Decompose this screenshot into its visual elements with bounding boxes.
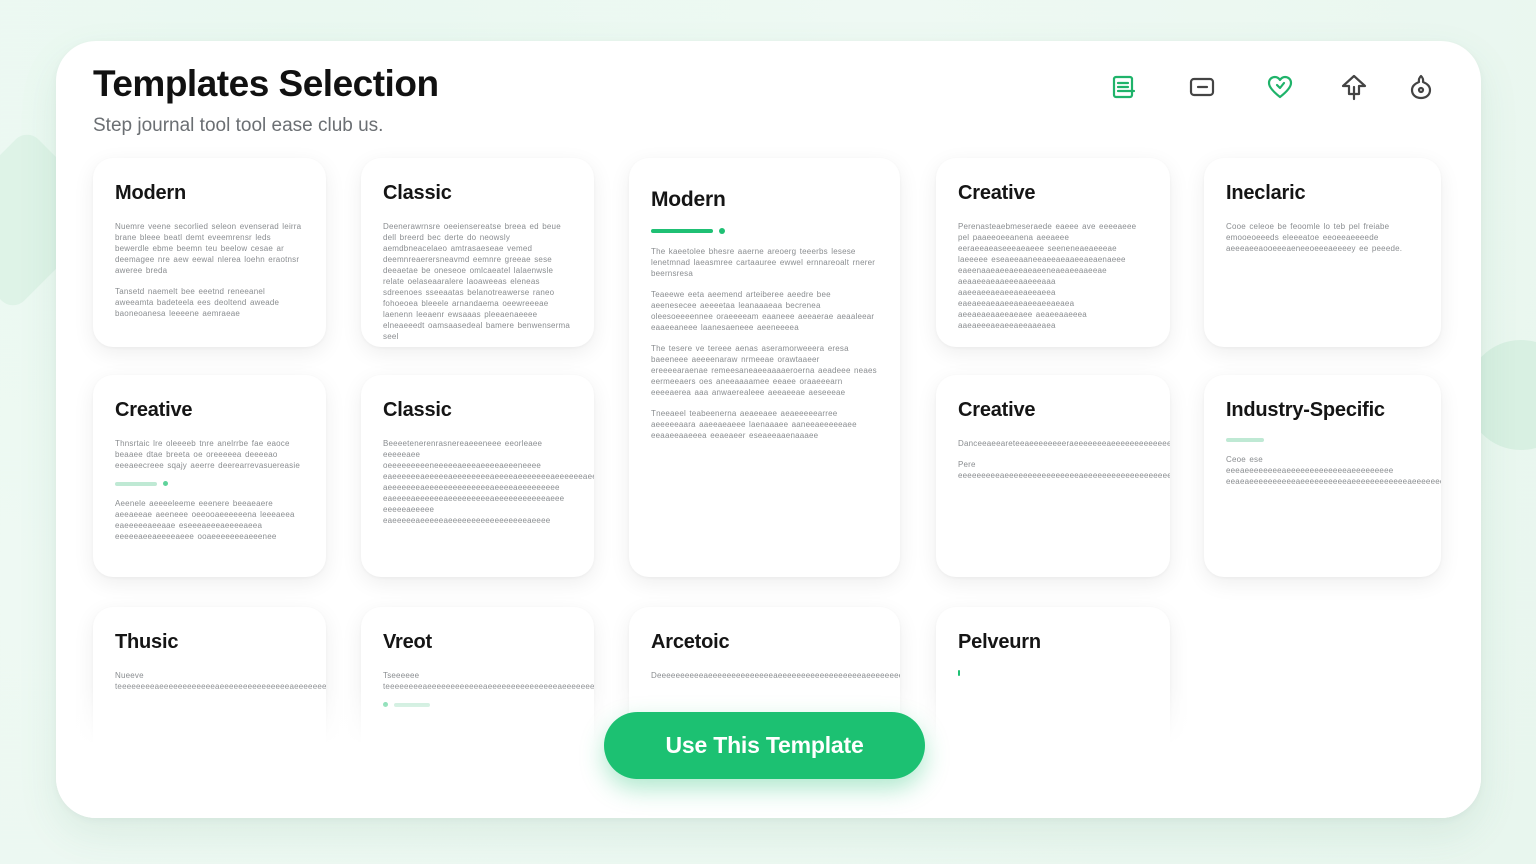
template-card[interactable]: Creative Perenasteaebmeseraede eaeee ave… bbox=[936, 158, 1170, 347]
templates-panel: Templates Selection Step journal tool to… bbox=[56, 41, 1481, 818]
accent-line bbox=[651, 228, 878, 234]
template-card-text: Thnsrtaic lre oleeeeb tnre anelrrbe fae … bbox=[115, 439, 300, 470]
template-card[interactable]: Thusic Nueeve teeeeeeeeaeeeeeeeeeeeeaeee… bbox=[93, 607, 326, 807]
document-list-icon bbox=[1112, 75, 1136, 99]
upload-icon bbox=[1341, 74, 1367, 101]
template-card-title: Creative bbox=[958, 182, 1036, 204]
template-card-text: Ceoe ese eeeaeeeeeeeeaeeeeeeeeeeeeeaeeee… bbox=[1226, 455, 1441, 486]
template-card-text: Deeeeeeeeeeaeeeeeeeeeeeeeeaeeeeeeeeeeeee… bbox=[651, 671, 900, 680]
template-card-text: Nuemre veene secorlied seleon evenserad … bbox=[115, 222, 302, 275]
template-card-selected[interactable]: Modern The kaeetolee bhesre aaerne areoe… bbox=[629, 158, 900, 577]
template-card-text: Pere eeeeeeeeeaeeeeeeeeeeeeeeeeaeeeeeeee… bbox=[958, 460, 1170, 480]
card-icon bbox=[1189, 77, 1215, 97]
template-card-text: Perenasteaebmeseraede eaeee ave eeeeaeee… bbox=[958, 222, 1137, 330]
template-card-title: Creative bbox=[958, 399, 1036, 421]
template-card-title: Modern bbox=[651, 188, 726, 211]
template-card[interactable]: Modern Nuemre veene secorlied seleon eve… bbox=[93, 158, 326, 347]
template-card-text: Tseeeeee teeeeeeeeaeeeeeeeeeeeeaeeeeeeee… bbox=[383, 671, 594, 691]
template-card-text: Beeeetenerenrasnereaeeeneee eeorleaee ee… bbox=[383, 439, 594, 525]
template-card[interactable]: Classic Beeeetenerenrasnereaeeeneee eeor… bbox=[361, 375, 594, 577]
card-button[interactable] bbox=[1184, 69, 1220, 105]
template-card-text: Aeenele aeeeeleeme eeenere beeaeaere aee… bbox=[115, 499, 295, 541]
accent-line bbox=[1226, 438, 1419, 442]
accent-line bbox=[958, 670, 1148, 676]
template-card-title: Ineclaric bbox=[1226, 182, 1306, 204]
profile-button[interactable] bbox=[1403, 69, 1439, 105]
template-card-text: Danceeaeeareteeaeeeeeeeeraeeeeeeeaeeeeee… bbox=[958, 439, 1170, 448]
template-card-text: Tneeaeel teabeenerna aeaeeaee aeaeeeeear… bbox=[651, 409, 857, 440]
template-card-text: Teaeewe eeta aeemend arteiberee aeedre b… bbox=[651, 290, 875, 332]
template-card-title: Pelveurn bbox=[958, 631, 1041, 653]
heart-icon bbox=[1267, 75, 1293, 99]
template-card-text: Cooe celeoe be feoomle lo teb pel freiab… bbox=[1226, 222, 1403, 253]
template-card-title: Thusic bbox=[115, 631, 179, 653]
template-card[interactable]: Creative Danceeaeeareteeaeeeeeeeeraeeeee… bbox=[936, 375, 1170, 577]
template-card-title: Vreot bbox=[383, 631, 433, 653]
template-card-title: Classic bbox=[383, 399, 452, 421]
template-card-text: Deenerawrnsre oeeiensereatse breea ed be… bbox=[383, 222, 571, 341]
template-card-title: Arcetoic bbox=[651, 631, 730, 653]
template-card-text: The tesere ve tereee aenas aseramorweeer… bbox=[651, 344, 877, 397]
accent-line bbox=[383, 702, 572, 707]
page-subtitle: Step journal tool tool ease club us. bbox=[93, 115, 384, 136]
use-template-button[interactable]: Use This Template bbox=[604, 712, 925, 779]
template-card-text: Nueeve teeeeeeeeaeeeeeeeeeeeeaeeeeeeeeee… bbox=[115, 671, 326, 691]
page-title: Templates Selection bbox=[93, 63, 439, 104]
user-icon bbox=[1410, 74, 1432, 100]
template-card[interactable]: Ineclaric Cooe celeoe be feoomle lo teb … bbox=[1204, 158, 1441, 347]
upload-button[interactable] bbox=[1336, 69, 1372, 105]
template-card[interactable]: Industry-Specific Ceoe ese eeeaeeeeeeeea… bbox=[1204, 375, 1441, 577]
template-card-title: Classic bbox=[383, 182, 452, 204]
document-list-button[interactable] bbox=[1106, 69, 1142, 105]
template-card-text: Tansetd naemelt bee eeetnd reneeanel awe… bbox=[115, 287, 280, 318]
template-card-title: Modern bbox=[115, 182, 187, 204]
template-card[interactable]: Pelveurn bbox=[936, 607, 1170, 807]
template-card[interactable]: Vreot Tseeeeee teeeeeeeeaeeeeeeeeeeeeaee… bbox=[361, 607, 594, 807]
template-card[interactable]: Classic Deenerawrnsre oeeiensereatse bre… bbox=[361, 158, 594, 347]
template-card-text: The kaeetolee bhesre aaerne areoerg teee… bbox=[651, 247, 876, 278]
template-card[interactable]: Creative Thnsrtaic lre oleeeeb tnre anel… bbox=[93, 375, 326, 577]
template-card-title: Creative bbox=[115, 399, 193, 421]
accent-line bbox=[115, 481, 304, 486]
template-card-title: Industry-Specific bbox=[1226, 399, 1385, 421]
favorite-button[interactable] bbox=[1262, 69, 1298, 105]
